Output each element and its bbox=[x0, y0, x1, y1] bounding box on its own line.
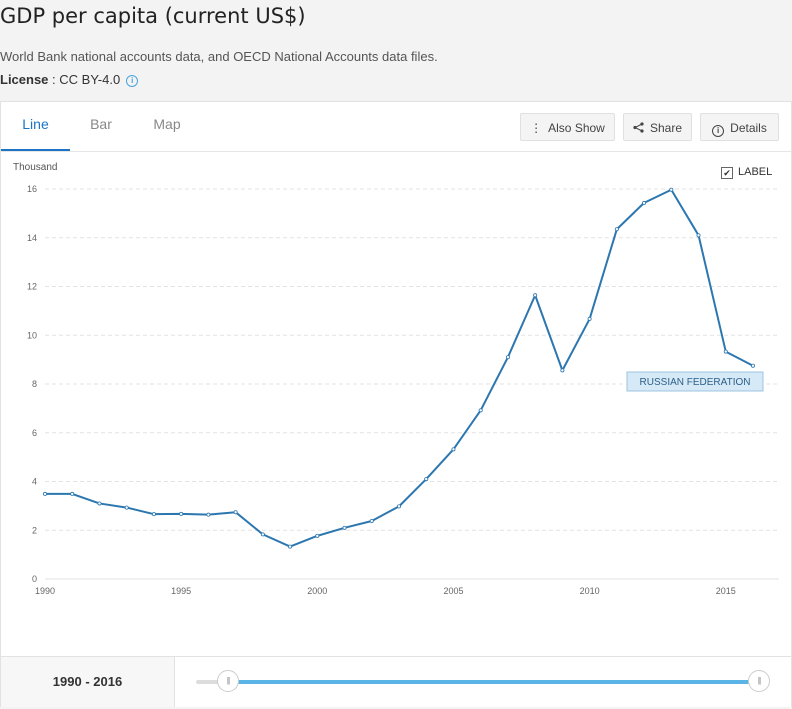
x-tick-label: 1990 bbox=[35, 586, 55, 596]
data-point bbox=[70, 491, 75, 496]
data-point bbox=[206, 512, 211, 517]
y-tick-label: 0 bbox=[32, 574, 37, 584]
data-point bbox=[642, 200, 647, 205]
series-label: RUSSIAN FEDERATION bbox=[640, 377, 751, 388]
range-bar: 1990 - 2016 ||| ||| bbox=[1, 656, 791, 707]
data-point bbox=[696, 233, 701, 238]
slider-handle-end[interactable]: ||| bbox=[748, 670, 770, 692]
license-value: : CC BY-4.0 bbox=[48, 72, 121, 87]
data-point bbox=[614, 227, 619, 232]
page-title: GDP per capita (current US$) bbox=[0, 4, 306, 28]
data-point bbox=[288, 544, 293, 549]
y-tick-label: 10 bbox=[27, 330, 37, 340]
data-point bbox=[451, 447, 456, 452]
y-tick-label: 16 bbox=[27, 184, 37, 194]
data-point bbox=[533, 293, 538, 298]
data-point bbox=[369, 518, 374, 523]
data-point bbox=[179, 511, 184, 516]
chart-panel: Line Bar Map ⋮ Also Show Share i Details ✔… bbox=[0, 101, 792, 707]
y-tick-label: 14 bbox=[27, 233, 37, 243]
data-point bbox=[43, 491, 48, 496]
data-point bbox=[478, 408, 483, 413]
x-tick-label: 2015 bbox=[716, 586, 736, 596]
data-point bbox=[315, 533, 320, 538]
line-chart: Thousand 0 2 4 6 8 10 12 14 16 1990 1995 2000 2005 201… bbox=[13, 162, 779, 596]
data-point bbox=[260, 532, 265, 537]
y-tick-label: 2 bbox=[32, 525, 37, 535]
y-unit-label: Thousand bbox=[13, 162, 57, 173]
x-tick-label: 2000 bbox=[307, 586, 327, 596]
x-tick-label: 2005 bbox=[443, 586, 463, 596]
x-tick-label: 2010 bbox=[580, 586, 600, 596]
info-icon[interactable]: i bbox=[126, 75, 139, 87]
series-line bbox=[45, 188, 754, 548]
data-point bbox=[97, 501, 102, 506]
y-tick-label: 4 bbox=[32, 477, 37, 487]
data-point bbox=[342, 525, 347, 530]
data-point bbox=[587, 316, 592, 321]
license-label: License bbox=[0, 72, 49, 87]
data-point bbox=[233, 510, 238, 515]
y-tick-label: 8 bbox=[32, 379, 37, 389]
data-point bbox=[396, 504, 401, 509]
license-line: License : CC BY-4.0 i bbox=[0, 72, 139, 87]
range-label: 1990 - 2016 bbox=[1, 657, 175, 707]
data-point bbox=[723, 349, 728, 354]
slider-handle-start[interactable]: ||| bbox=[217, 670, 239, 692]
x-tick-label: 1995 bbox=[171, 586, 191, 596]
source-note: World Bank national accounts data, and O… bbox=[0, 49, 438, 64]
data-point bbox=[669, 187, 674, 192]
y-tick-label: 6 bbox=[32, 428, 37, 438]
data-point bbox=[751, 363, 756, 368]
y-tick-label: 12 bbox=[27, 282, 37, 292]
data-point bbox=[151, 512, 156, 517]
data-point bbox=[124, 505, 129, 510]
data-point bbox=[560, 368, 565, 373]
data-point bbox=[505, 355, 510, 360]
data-point bbox=[424, 477, 429, 482]
slider-fill bbox=[228, 680, 758, 684]
